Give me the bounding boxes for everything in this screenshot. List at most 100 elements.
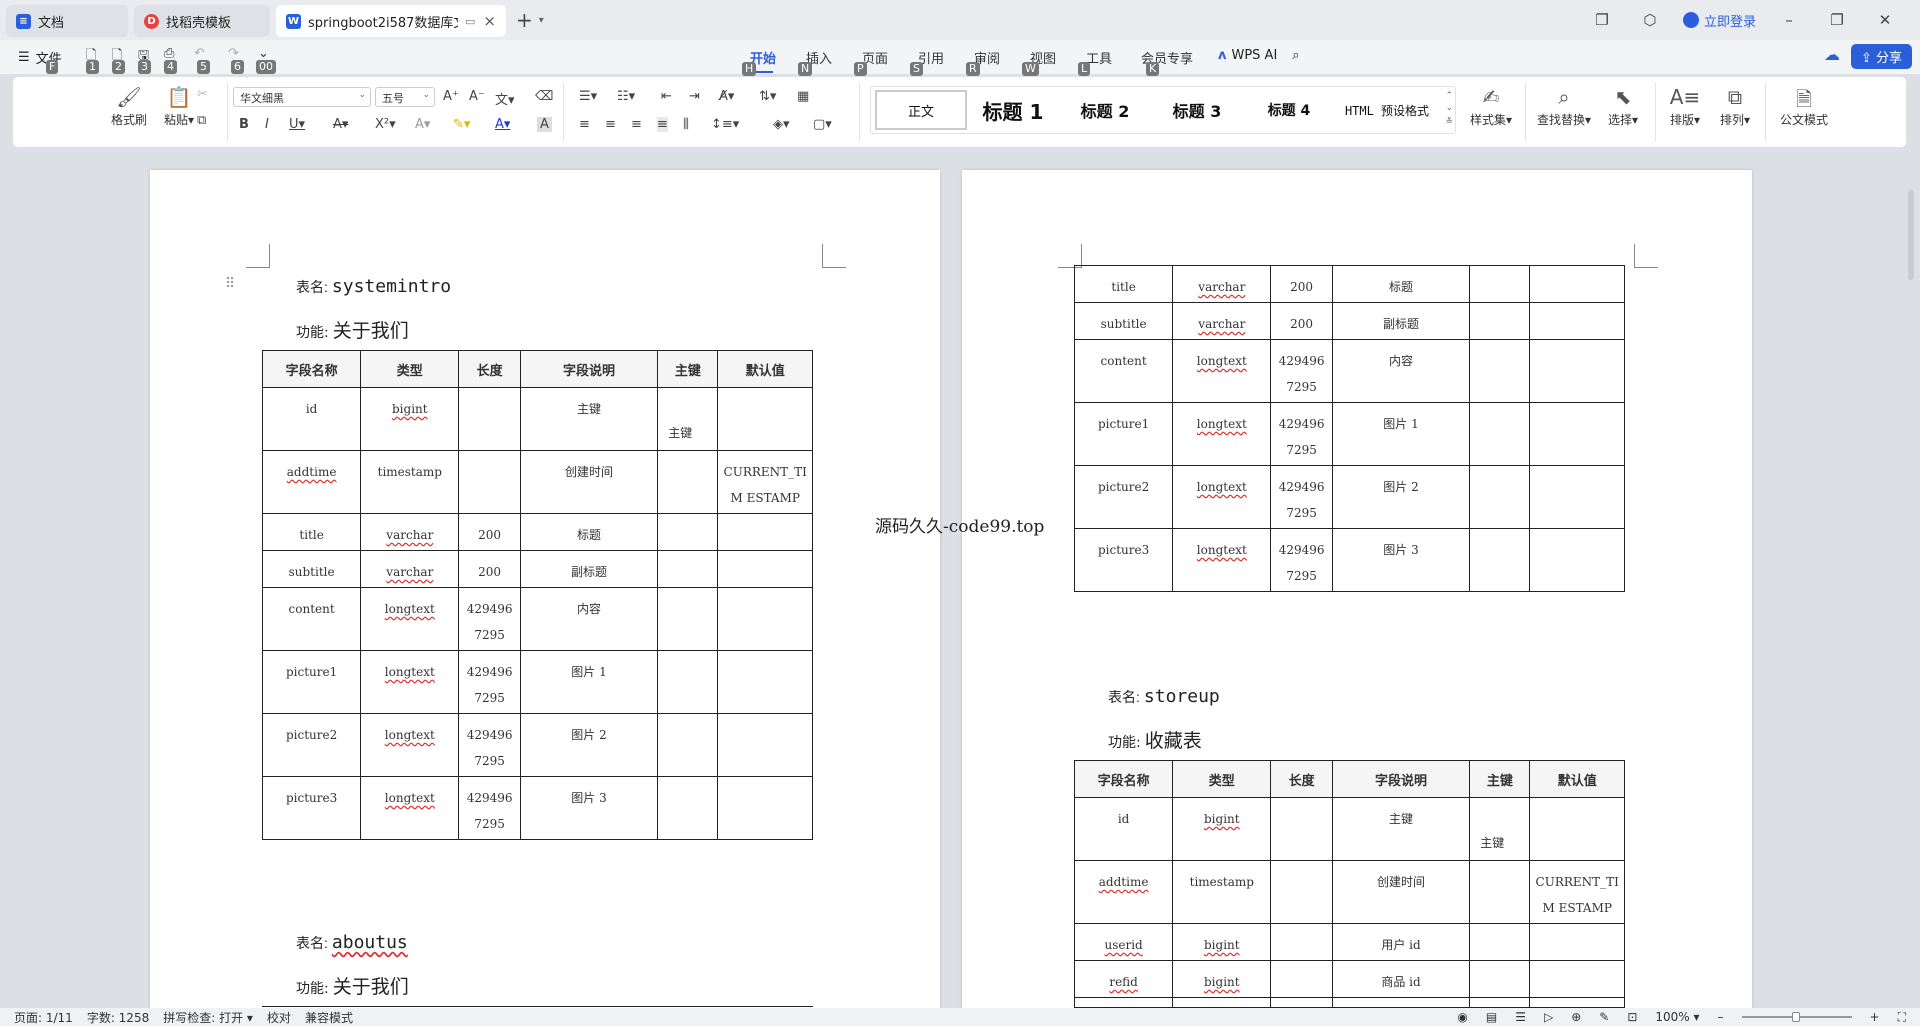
type-cell[interactable]: bigint bbox=[1172, 797, 1272, 861]
default-cell[interactable] bbox=[1529, 528, 1625, 592]
zoom-level[interactable]: 100% ▾ bbox=[1655, 1010, 1699, 1024]
default-cell[interactable] bbox=[1529, 302, 1625, 340]
document-page-1[interactable]: ⠿ 表名: systemintro 功能: 关于我们 字段名称 类型 长度 字段说明 主键默… bbox=[150, 170, 940, 1010]
primary-key-cell[interactable] bbox=[657, 650, 719, 714]
field-name-cell[interactable]: id bbox=[261, 387, 362, 451]
default-cell[interactable] bbox=[1529, 797, 1625, 861]
print-icon[interactable]: ⎙ bbox=[164, 46, 174, 61]
column-header[interactable]: 字段名称 bbox=[261, 350, 362, 388]
web-view-icon[interactable]: ⊕ bbox=[1571, 1010, 1581, 1024]
type-cell[interactable]: longtext bbox=[360, 650, 460, 714]
field-name-cell[interactable]: picture3 bbox=[1073, 528, 1174, 592]
column-header[interactable]: 主键 bbox=[657, 350, 719, 388]
official-mode-button[interactable]: 🗎 公文模式 bbox=[1769, 85, 1839, 128]
font-name-select[interactable]: 华文细黑 ⌄ bbox=[233, 87, 371, 107]
tab-member[interactable]: 会员专享 bbox=[1127, 48, 1207, 67]
default-cell[interactable] bbox=[717, 650, 813, 714]
description-cell[interactable]: 图片 1 bbox=[519, 650, 659, 714]
description-cell[interactable]: 图片 2 bbox=[1331, 465, 1471, 529]
type-cell[interactable]: bigint bbox=[360, 387, 460, 451]
default-cell[interactable]: CURRENT_TIM ESTAMP bbox=[1529, 860, 1625, 924]
length-cell[interactable]: 429496 7295 bbox=[1270, 465, 1333, 529]
type-cell[interactable]: longtext bbox=[1172, 528, 1272, 592]
default-cell[interactable] bbox=[717, 776, 813, 840]
type-cell[interactable]: varchar bbox=[1172, 302, 1272, 340]
cube-icon[interactable]: ⬡ bbox=[1635, 11, 1665, 29]
highlight-icon[interactable]: ✎▾ bbox=[453, 117, 470, 132]
decrease-indent-icon[interactable]: ⇤ bbox=[661, 89, 672, 104]
style-set-button[interactable]: ✍ 样式集▾ bbox=[1461, 85, 1521, 128]
monitor-icon[interactable]: ▭ bbox=[465, 15, 475, 28]
pen-icon[interactable]: ✎ bbox=[1599, 1010, 1609, 1024]
restore-icon[interactable]: ❐ bbox=[1822, 11, 1852, 29]
share-button[interactable]: ⇪ 分享 bbox=[1850, 44, 1912, 69]
length-cell[interactable]: 429496 7295 bbox=[458, 713, 521, 777]
default-cell[interactable] bbox=[717, 387, 813, 451]
field-name-cell[interactable]: addtime bbox=[1073, 860, 1174, 924]
default-cell[interactable] bbox=[717, 513, 813, 551]
line-spacing-icon[interactable]: ↕≡▾ bbox=[711, 117, 739, 132]
field-name-cell[interactable]: picture1 bbox=[1073, 402, 1174, 466]
find-replace-button[interactable]: ⌕ 查找替换▾ bbox=[1531, 85, 1597, 128]
primary-key-cell[interactable] bbox=[1469, 465, 1531, 529]
primary-key-cell[interactable] bbox=[1469, 302, 1531, 340]
phonetic-icon[interactable]: 文▾ bbox=[495, 89, 515, 108]
play-icon[interactable]: ▷ bbox=[1544, 1010, 1553, 1024]
length-cell[interactable]: 429496 7295 bbox=[458, 587, 521, 651]
style-heading4[interactable]: 标题 4 bbox=[1243, 90, 1335, 130]
column-header[interactable]: 字段名称 bbox=[1073, 760, 1174, 798]
type-cell[interactable]: longtext bbox=[1172, 339, 1272, 403]
fullscreen-icon[interactable]: ⛶ bbox=[1898, 1010, 1906, 1025]
type-cell[interactable]: bigint bbox=[1172, 960, 1272, 998]
redo-icon[interactable]: ↷ bbox=[228, 46, 239, 61]
primary-key-cell[interactable] bbox=[1469, 997, 1531, 1008]
eye-icon[interactable]: ◉ bbox=[1457, 1010, 1467, 1024]
border-icon[interactable]: ▢▾ bbox=[813, 117, 832, 132]
length-cell[interactable]: 429496 7295 bbox=[458, 776, 521, 840]
default-cell[interactable] bbox=[717, 713, 813, 777]
clear-format-icon[interactable]: ⌫ bbox=[535, 89, 553, 104]
style-heading1[interactable]: 标题 1 bbox=[967, 90, 1059, 130]
field-name-cell[interactable]: picture2 bbox=[261, 713, 362, 777]
description-cell[interactable]: 创建时间 bbox=[1331, 860, 1471, 924]
zoom-slider-knob[interactable] bbox=[1791, 1012, 1800, 1022]
sort-icon[interactable]: ⇅▾ bbox=[759, 89, 776, 104]
align-left-icon[interactable]: ≡ bbox=[579, 117, 590, 132]
search-icon[interactable]: ⌕ bbox=[1292, 48, 1299, 63]
type-cell[interactable]: timestamp bbox=[360, 450, 460, 514]
type-cell[interactable]: longtext bbox=[1172, 402, 1272, 466]
field-name-cell[interactable]: picture1 bbox=[261, 650, 362, 714]
length-cell[interactable]: 200 bbox=[1270, 302, 1333, 340]
description-cell[interactable]: 图片 3 bbox=[1331, 528, 1471, 592]
default-cell[interactable] bbox=[1529, 265, 1625, 303]
description-cell[interactable]: 标题 bbox=[519, 513, 659, 551]
primary-key-cell[interactable] bbox=[657, 550, 719, 588]
drag-handle-icon[interactable]: ⠿ bbox=[225, 276, 235, 292]
field-name-cell[interactable]: content bbox=[1073, 339, 1174, 403]
length-cell[interactable]: 429496 7295 bbox=[1270, 402, 1333, 466]
char-shading-icon[interactable]: A bbox=[537, 117, 552, 132]
description-cell[interactable]: 内容 bbox=[1331, 339, 1471, 403]
bold-icon[interactable]: B bbox=[239, 117, 249, 132]
field-name-cell[interactable]: subtitle bbox=[1073, 302, 1174, 340]
field-name-cell[interactable] bbox=[1073, 997, 1174, 1008]
column-header[interactable]: 类型 bbox=[360, 350, 460, 388]
field-name-cell[interactable]: content bbox=[261, 587, 362, 651]
underline-icon[interactable]: U▾ bbox=[289, 117, 305, 132]
description-cell[interactable]: 主键 bbox=[1331, 797, 1471, 861]
zoom-slider[interactable] bbox=[1741, 1012, 1852, 1022]
cloud-upload-icon[interactable]: ☁ bbox=[1824, 45, 1840, 64]
type-cell[interactable]: longtext bbox=[360, 776, 460, 840]
gallery-scroll-up-icon[interactable]: ⌃ bbox=[1445, 91, 1453, 101]
type-cell[interactable]: longtext bbox=[360, 713, 460, 777]
zoom-out-icon[interactable]: – bbox=[1718, 1010, 1724, 1024]
length-cell[interactable] bbox=[1270, 797, 1333, 861]
primary-key-cell[interactable] bbox=[657, 450, 719, 514]
document-page-2[interactable]: title varchar 200 标题 subtitle varchar 200 副标题 co… bbox=[962, 170, 1752, 1010]
default-cell[interactable] bbox=[1529, 960, 1625, 998]
strikethrough-icon[interactable]: A▾ bbox=[333, 117, 348, 132]
select-button[interactable]: ⬉ 选择▾ bbox=[1599, 85, 1647, 128]
spell-check[interactable]: 拼写检查: 打开 ▾ bbox=[163, 1009, 253, 1026]
cut-icon[interactable]: ✂ bbox=[197, 87, 208, 102]
grow-font-icon[interactable]: A⁺ bbox=[443, 89, 459, 104]
